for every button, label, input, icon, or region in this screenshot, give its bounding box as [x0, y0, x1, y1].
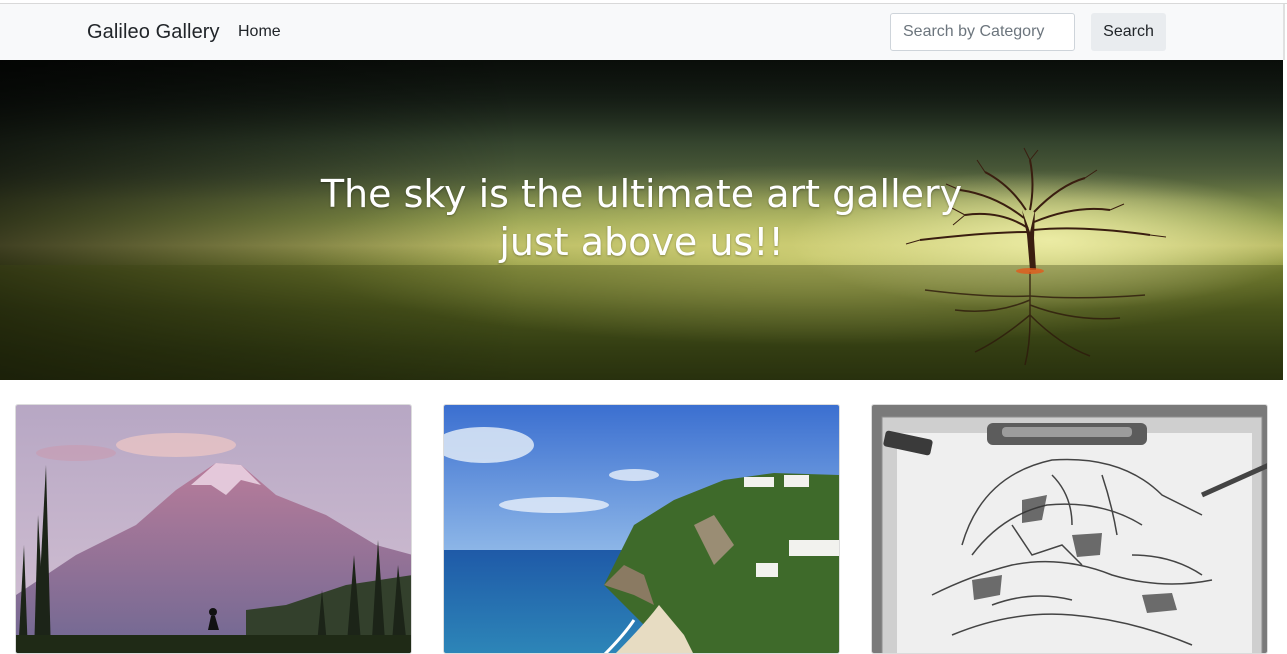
navbar: Galileo Gallery Home Search — [0, 4, 1285, 60]
search-button[interactable]: Search — [1091, 13, 1166, 51]
gallery-card-coastline[interactable] — [443, 404, 840, 654]
sketch-image — [872, 405, 1267, 653]
mountain-image — [16, 405, 411, 653]
gallery-card-sketch[interactable] — [871, 404, 1268, 654]
hero-heading-line-1: The sky is the ultimate art gallery — [320, 172, 963, 216]
category-search-input[interactable] — [890, 13, 1075, 51]
gallery-card-mountain[interactable] — [15, 404, 412, 654]
hero-banner: The sky is the ultimate art gallery just… — [0, 60, 1283, 380]
coastline-image — [444, 405, 839, 653]
brand-link[interactable]: Galileo Gallery — [87, 21, 220, 44]
hero-heading-line-2: just above us!! — [499, 220, 784, 264]
nav-home-link[interactable]: Home — [238, 23, 281, 41]
hero-heading: The sky is the ultimate art gallery just… — [0, 170, 1283, 266]
